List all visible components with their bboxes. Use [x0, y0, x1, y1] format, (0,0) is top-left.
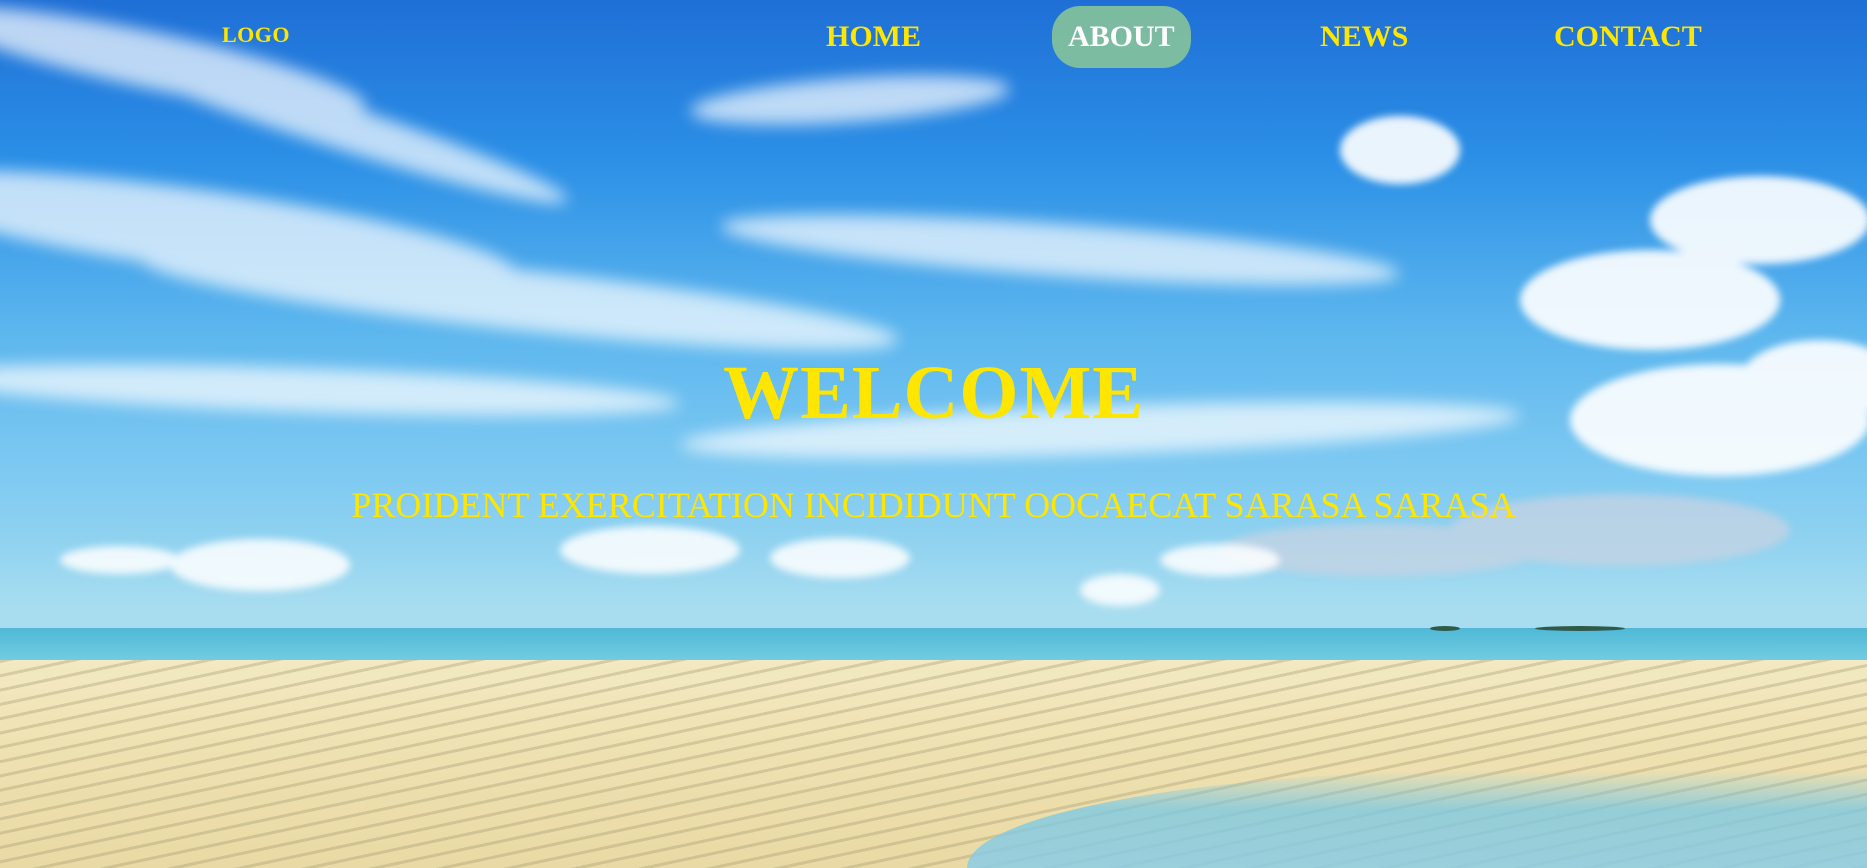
top-navigation: LOGO HOME ABOUT NEWS CONTACT — [0, 0, 1867, 72]
hero-section: LOGO HOME ABOUT NEWS CONTACT WELCOME PRO… — [0, 0, 1867, 868]
nav-item-about[interactable]: ABOUT — [1052, 6, 1191, 68]
nav-item-contact[interactable]: CONTACT — [1538, 6, 1718, 68]
hero-title: WELCOME — [723, 351, 1144, 435]
nav-item-home[interactable]: HOME — [810, 6, 937, 68]
islet — [1430, 626, 1460, 631]
islet — [1535, 626, 1625, 631]
hero-tagline: PROIDENT EXERCITATION INCIDIDUNT OOCAECA… — [351, 485, 1516, 525]
logo[interactable]: LOGO — [222, 22, 290, 48]
nav-item-news[interactable]: NEWS — [1304, 6, 1424, 68]
